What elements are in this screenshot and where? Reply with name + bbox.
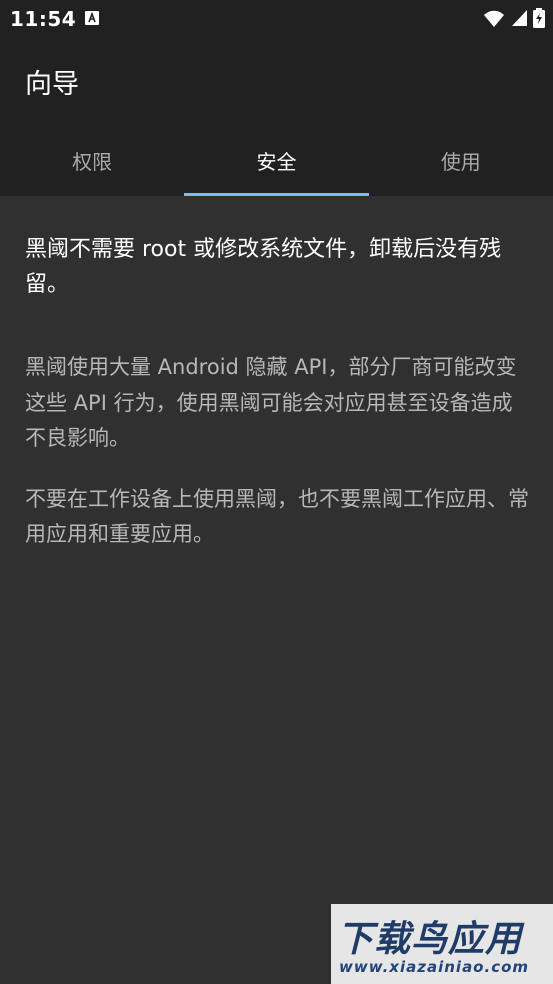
watermark-url: www.xiazainiao.com [339, 958, 530, 976]
text-notification-icon [85, 11, 99, 25]
battery-charging-icon [533, 8, 545, 28]
tab-security[interactable]: 安全 [184, 124, 369, 196]
tab-label: 使用 [440, 150, 481, 174]
tab-bar: 权限 安全 使用 [0, 124, 553, 196]
status-icons [483, 8, 545, 28]
watermark-logo-text: 下载鸟应用 [337, 919, 523, 960]
watermark: 下载鸟应用 www.xiazainiao.com [331, 904, 553, 984]
status-bar: 11:54 [0, 0, 553, 36]
tab-label: 权限 [72, 150, 113, 174]
page-title: 向导 [25, 69, 79, 100]
tab-label: 安全 [256, 150, 297, 174]
signal-icon [512, 10, 527, 26]
warning-paragraph: 不要在工作设备上使用黑阈，也不要黑阈工作应用、常用应用和重要应用。 [25, 487, 529, 547]
warning-paragraph: 黑阈使用大量 Android 隐藏 API，部分厂商可能改变这些 API 行为，… [25, 355, 517, 450]
tab-usage[interactable]: 使用 [369, 124, 553, 196]
tab-indicator [184, 193, 369, 196]
status-time: 11:54 [10, 7, 77, 31]
lead-text: 黑阈不需要 root 或修改系统文件，卸载后没有残留。 [25, 237, 502, 298]
security-content: 黑阈不需要 root 或修改系统文件，卸载后没有残留。 黑阈使用大量 Andro… [25, 232, 530, 579]
app-bar: 向导 权限 安全 使用 [0, 36, 553, 196]
tab-permissions[interactable]: 权限 [0, 124, 184, 196]
wifi-icon [484, 10, 504, 27]
